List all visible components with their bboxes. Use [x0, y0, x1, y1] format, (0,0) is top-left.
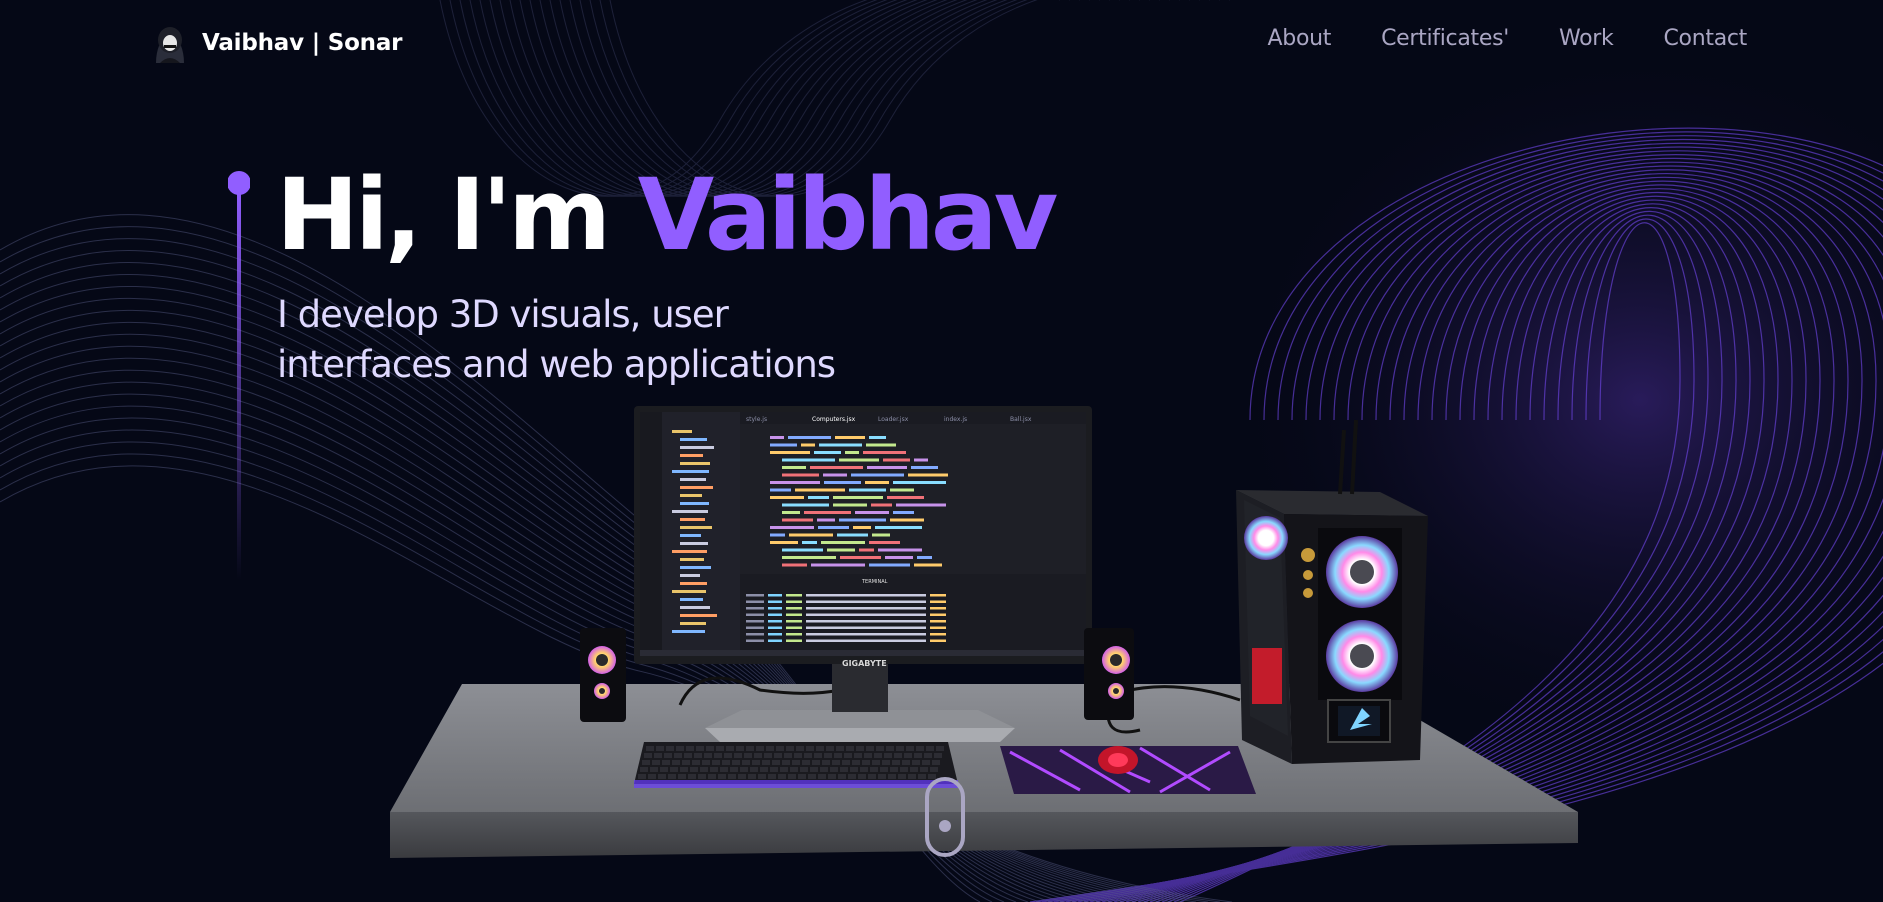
- editor-tab: Ball.jsx: [1010, 416, 1032, 423]
- monitor-stand-base: [705, 728, 1015, 742]
- keyboard: [634, 742, 958, 788]
- terminal-label: TERMINAL: [861, 579, 888, 585]
- left-speaker: [580, 628, 626, 722]
- editor-tab: index.js: [944, 416, 967, 423]
- monitor-brand: GIGABYTE: [842, 659, 887, 668]
- editor-tab: Loader.jsx: [878, 416, 909, 423]
- desk-computer-scene: style.js Computers.jsx Loader.jsx index.js B…: [390, 406, 1578, 858]
- right-speaker: [1084, 628, 1134, 720]
- mousepad: [1000, 746, 1256, 794]
- desk-front: [390, 812, 1578, 858]
- editor-tab: Computers.jsx: [812, 416, 856, 423]
- mouse-scroll-icon[interactable]: [924, 776, 966, 858]
- pc-tower: [1236, 419, 1428, 764]
- editor-tab: style.js: [746, 416, 767, 423]
